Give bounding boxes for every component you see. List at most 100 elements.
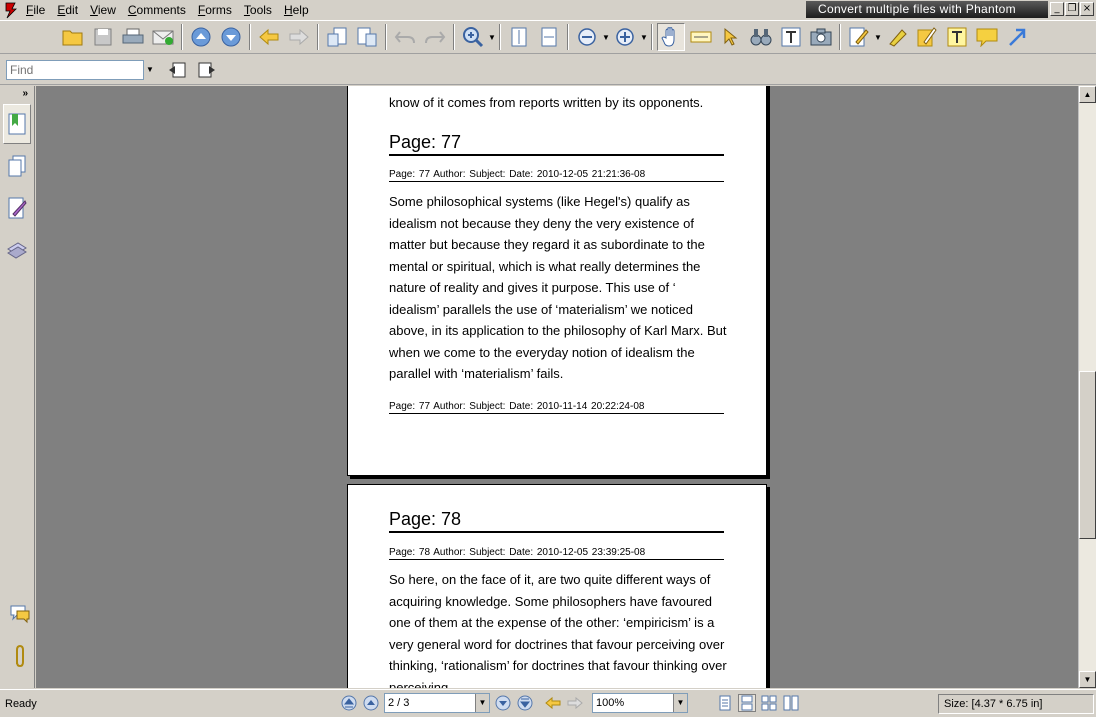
- snapshot-button[interactable]: [807, 23, 835, 51]
- bookmarks-tab[interactable]: [3, 104, 31, 144]
- find-next-button[interactable]: [193, 56, 221, 84]
- print-button[interactable]: [119, 23, 147, 51]
- find-text-button[interactable]: [747, 23, 775, 51]
- sidebar-bottom-tools: [3, 592, 34, 678]
- zoom-out-dropdown[interactable]: ▼: [602, 33, 610, 42]
- menu-forms[interactable]: Forms: [192, 0, 238, 20]
- pencil-button[interactable]: [913, 23, 941, 51]
- text-box-icon: [781, 27, 801, 47]
- zoom-tool-dropdown[interactable]: ▼: [488, 33, 496, 42]
- hand-tool-button[interactable]: [657, 23, 685, 51]
- close-button[interactable]: ×: [1080, 2, 1094, 16]
- markup-button[interactable]: [845, 23, 873, 51]
- speech-bubble-icon: [10, 605, 30, 624]
- note-button[interactable]: [973, 23, 1001, 51]
- text-t-icon: [947, 27, 967, 47]
- menu-file[interactable]: File: [20, 0, 51, 20]
- text-box-button[interactable]: [943, 23, 971, 51]
- zoom-out-button[interactable]: [573, 23, 601, 51]
- scroll-thumb[interactable]: [1079, 371, 1096, 539]
- comments-panel-tab[interactable]: [6, 594, 34, 634]
- zoom-in-dropdown[interactable]: ▼: [640, 33, 648, 42]
- page-number-select[interactable]: 2 / 3 ▼: [384, 693, 490, 713]
- status-back-button[interactable]: [544, 694, 562, 712]
- thumbnails-tab[interactable]: [3, 146, 31, 186]
- select-object-button[interactable]: [717, 23, 745, 51]
- last-page-button[interactable]: [516, 694, 534, 712]
- single-page-view-button[interactable]: [716, 694, 734, 712]
- insert-pages-button[interactable]: [323, 23, 351, 51]
- arrow-right-icon: [567, 696, 583, 710]
- arrow-left-icon: [545, 696, 561, 710]
- facing-view-button[interactable]: [760, 694, 778, 712]
- toolbar-separator: [385, 24, 387, 50]
- page-extract-icon: [357, 27, 377, 47]
- undo-button[interactable]: [391, 23, 419, 51]
- menu-comments[interactable]: Comments: [122, 0, 192, 20]
- comment-body: Some philosophical systems (like Hegel's…: [389, 194, 727, 381]
- continuous-view-button[interactable]: [738, 694, 756, 712]
- scroll-up-button[interactable]: ▲: [1079, 86, 1096, 103]
- fit-page-button[interactable]: [505, 23, 533, 51]
- status-next-page-button[interactable]: [494, 694, 512, 712]
- email-button[interactable]: [149, 23, 177, 51]
- forward-button[interactable]: [285, 23, 313, 51]
- next-page-button[interactable]: [217, 23, 245, 51]
- redo-button[interactable]: [421, 23, 449, 51]
- find-dropdown[interactable]: ▼: [144, 65, 156, 74]
- folder-icon: [62, 30, 83, 46]
- fit-width-icon: [541, 27, 557, 47]
- previous-page-button[interactable]: [187, 23, 215, 51]
- magnifier-plus-icon: [463, 27, 484, 48]
- save-button[interactable]: [89, 23, 117, 51]
- zoom-select[interactable]: 100% ▼: [592, 693, 688, 713]
- status-forward-button[interactable]: [566, 694, 584, 712]
- extract-pages-button[interactable]: [353, 23, 381, 51]
- first-page-icon: [341, 695, 357, 711]
- select-text-button[interactable]: [687, 23, 715, 51]
- layers-icon: [7, 242, 27, 259]
- markup-dropdown[interactable]: ▼: [874, 33, 882, 42]
- annotation-page-icon: [8, 197, 27, 219]
- continuous-facing-view-button[interactable]: [782, 694, 800, 712]
- menu-view[interactable]: View: [84, 0, 122, 20]
- typewriter-button[interactable]: [777, 23, 805, 51]
- toolbar-separator: [453, 24, 455, 50]
- comments-list-tab[interactable]: [3, 188, 31, 228]
- open-button[interactable]: [59, 23, 87, 51]
- zoom-tool-button[interactable]: [459, 23, 487, 51]
- menu-help[interactable]: Help: [278, 0, 315, 20]
- menu-edit[interactable]: Edit: [51, 0, 84, 20]
- back-button[interactable]: [255, 23, 283, 51]
- page-navigation: 2 / 3 ▼ 100% ▼: [340, 693, 800, 713]
- circle-down-icon: [221, 27, 241, 47]
- find-input[interactable]: [6, 59, 144, 80]
- page-text: know of it comes from reports written by…: [389, 95, 704, 110]
- text-select-icon: [690, 31, 712, 43]
- highlight-button[interactable]: [883, 23, 911, 51]
- find-previous-button[interactable]: [163, 56, 191, 84]
- arrow-button[interactable]: [1003, 23, 1031, 51]
- fit-width-button[interactable]: [535, 23, 563, 51]
- pencil-icon: [917, 27, 937, 47]
- undo-icon: [394, 31, 415, 44]
- promo-banner[interactable]: Convert multiple files with Phantom: [806, 1, 1048, 18]
- zoom-in-button[interactable]: [611, 23, 639, 51]
- pdf-page: know of it comes from reports written by…: [347, 86, 767, 476]
- restore-button[interactable]: ❐: [1065, 2, 1079, 16]
- document-view[interactable]: know of it comes from reports written by…: [36, 86, 1078, 688]
- minimize-button[interactable]: _: [1050, 2, 1064, 16]
- attachments-tab[interactable]: [6, 636, 34, 676]
- single-page-icon: [719, 695, 731, 711]
- menu-tools[interactable]: Tools: [238, 0, 278, 20]
- toolbar-separator: [249, 24, 251, 50]
- circle-up-icon: [191, 27, 211, 47]
- first-page-button[interactable]: [340, 694, 358, 712]
- vertical-scrollbar[interactable]: ▲ ▼: [1078, 86, 1096, 688]
- status-prev-page-button[interactable]: [362, 694, 380, 712]
- scroll-down-button[interactable]: ▼: [1079, 671, 1096, 688]
- comment-page-title: Page: 77: [389, 131, 724, 156]
- status-text: Ready: [5, 698, 37, 710]
- expand-sidebar-button[interactable]: »: [0, 86, 34, 102]
- layers-tab[interactable]: [3, 230, 31, 270]
